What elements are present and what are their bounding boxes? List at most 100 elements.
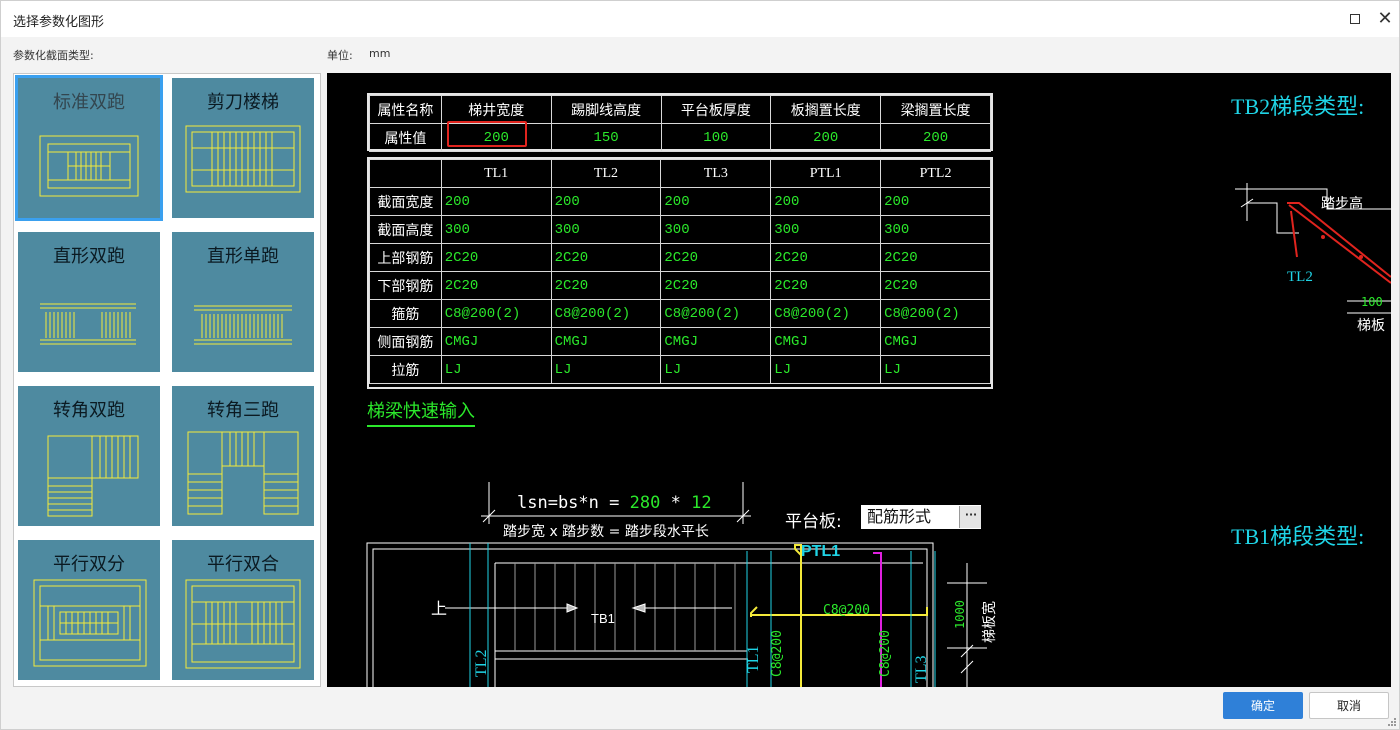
beam-cell[interactable]: 2C20 xyxy=(550,271,662,300)
rebar-vertical-label-1: C8@200 xyxy=(770,630,785,677)
thumb-scissor-stair[interactable]: 剪刀楼梯 xyxy=(172,78,314,218)
beam-cell[interactable]: 300 xyxy=(880,215,991,244)
beam-cell[interactable]: 300 xyxy=(440,215,552,244)
tb1-label: TB1 xyxy=(591,611,615,626)
beam-cell[interactable]: LJ xyxy=(880,355,991,384)
beam-cell[interactable]: 2C20 xyxy=(440,243,552,272)
thumb-label: 平行双分 xyxy=(53,554,125,575)
beam-cell[interactable]: 200 xyxy=(660,187,772,216)
slab-bearing-length-cell[interactable]: 200 xyxy=(770,123,882,152)
skirting-height-cell[interactable]: 150 xyxy=(550,123,662,152)
maximize-icon xyxy=(1350,14,1360,24)
thumb-label: 直形单跑 xyxy=(207,246,279,267)
thumb-straight-double-run[interactable]: 直形双跑 xyxy=(18,232,160,372)
beam-cell[interactable]: 2C20 xyxy=(440,271,552,300)
thumb-label: 转角双跑 xyxy=(53,400,125,421)
beam-cell[interactable]: 200 xyxy=(770,187,882,216)
platform-select-value: 配筋形式 xyxy=(867,507,932,526)
tb1-type-title: TB1梯段类型: xyxy=(1231,524,1365,549)
beam-cell[interactable]: C8@200(2) xyxy=(770,299,882,328)
thumb-label: 标准双跑 xyxy=(53,92,125,113)
formula-bs-value[interactable]: 280 xyxy=(630,493,661,513)
formula-prefix: lsn=bs xyxy=(517,493,579,513)
beam-cell[interactable]: 2C20 xyxy=(660,271,772,300)
beam-cell[interactable]: 2C20 xyxy=(550,243,662,272)
attr-header: 平台板厚度 xyxy=(660,95,772,124)
beam-col-header: PTL1 xyxy=(770,159,882,188)
beam-col-header: PTL2 xyxy=(880,159,991,188)
tb2-type-title: TB2梯段类型: xyxy=(1231,94,1365,119)
beam-cell[interactable]: CMGJ xyxy=(880,327,991,356)
beam-cell[interactable]: CMGJ xyxy=(770,327,882,356)
beam-cell[interactable]: 300 xyxy=(660,215,772,244)
rebar-horizontal-label: C8@200 xyxy=(823,603,870,618)
beam-cell[interactable]: C8@200(2) xyxy=(440,299,552,328)
beam-row-label: 侧面钢筋 xyxy=(369,327,442,356)
attr-header: 梯井宽度 xyxy=(440,95,552,124)
resize-grip-icon[interactable] xyxy=(1387,717,1397,727)
formula-n-value[interactable]: 12 xyxy=(691,493,711,513)
step-height-label: 踏步高 xyxy=(1321,196,1363,212)
beam-cell[interactable]: LJ xyxy=(660,355,772,384)
beam-cell[interactable]: C8@200(2) xyxy=(550,299,662,328)
beam-table-corner xyxy=(369,159,442,188)
beam-cell[interactable]: CMGJ xyxy=(550,327,662,356)
cad-preview-canvas: 属性名称 梯井宽度 踢脚线高度 平台板厚度 板搁置长度 梁搁置长度 属性值 20… xyxy=(327,73,1391,687)
thumb-straight-single-run[interactable]: 直形单跑 xyxy=(172,232,314,372)
formula-star: * xyxy=(670,493,681,513)
beam-cell[interactable]: 2C20 xyxy=(770,243,882,272)
unit-label: 单位: xyxy=(327,49,353,62)
beam-cell[interactable]: LJ xyxy=(440,355,552,384)
beam-row-label: 箍筋 xyxy=(369,299,442,328)
thumb-standard-double-run[interactable]: 标准双跑 xyxy=(15,75,163,221)
beam-table: TL1 TL2 TL3 PTL1 PTL2 截面宽度 200 200 200 2… xyxy=(369,159,991,384)
dim-100-label: 100 xyxy=(1361,295,1383,309)
section-type-label: 参数化截面类型: xyxy=(13,49,94,62)
thumb-parallel-split[interactable]: 平行双分 xyxy=(18,540,160,680)
formula-star: * xyxy=(578,493,589,513)
beam-row-label: 上部钢筋 xyxy=(369,243,442,272)
beam-cell[interactable]: 2C20 xyxy=(770,271,882,300)
formula-n: n = xyxy=(588,493,620,513)
beam-cell[interactable]: CMGJ xyxy=(440,327,552,356)
maximize-button[interactable] xyxy=(1343,7,1367,31)
thumb-corner-triple-run[interactable]: 转角三跑 xyxy=(172,386,314,526)
beam-cell[interactable]: 300 xyxy=(550,215,662,244)
more-options-icon[interactable]: ··· xyxy=(959,506,981,528)
section-type-list: 标准双跑 剪刀楼梯 直形双跑 直形单跑 转角双跑 转角三跑 平行双分 平行双合 xyxy=(13,73,321,687)
beam-cell[interactable]: 200 xyxy=(880,187,991,216)
attr-row-label: 属性值 xyxy=(369,123,442,152)
ok-button[interactable]: 确定 xyxy=(1223,692,1303,719)
rebar-vertical-label-2: C8@200 xyxy=(878,630,893,677)
cancel-button[interactable]: 取消 xyxy=(1309,692,1389,719)
platform-thickness-cell[interactable]: 100 xyxy=(660,123,772,152)
beam-cell[interactable]: C8@200(2) xyxy=(660,299,772,328)
attr-header: 属性名称 xyxy=(369,95,442,124)
beam-bearing-length-cell[interactable]: 200 xyxy=(880,123,991,152)
tl2-section-label: TL2 xyxy=(1287,269,1313,285)
ptl1-label: PTL1 xyxy=(801,543,841,560)
beam-cell[interactable]: 2C20 xyxy=(880,271,991,300)
beam-row-label: 截面高度 xyxy=(369,215,442,244)
title-bar: 选择参数化图形 ✕ xyxy=(1,1,1399,37)
beam-cell[interactable]: 300 xyxy=(770,215,882,244)
up-label: 上 xyxy=(431,599,448,618)
beam-cell[interactable]: 200 xyxy=(440,187,552,216)
beam-cell[interactable]: 2C20 xyxy=(660,243,772,272)
thumb-parallel-merge[interactable]: 平行双合 xyxy=(172,540,314,680)
beam-cell[interactable]: 200 xyxy=(550,187,662,216)
beam-cell[interactable]: LJ xyxy=(770,355,882,384)
beam-row-label: 拉筋 xyxy=(369,355,442,384)
beam-cell[interactable]: 2C20 xyxy=(880,243,991,272)
beam-quick-input-link[interactable]: 梯梁快速输入 xyxy=(367,397,475,427)
beam-cell[interactable]: C8@200(2) xyxy=(880,299,991,328)
thumb-label: 转角三跑 xyxy=(207,400,279,421)
window-title: 选择参数化图形 xyxy=(13,15,105,30)
close-button[interactable]: ✕ xyxy=(1373,7,1397,31)
beam-cell[interactable]: LJ xyxy=(550,355,662,384)
platform-reinforcement-select[interactable]: 配筋形式 ··· xyxy=(861,505,981,529)
platform-label: 平台板: xyxy=(785,512,842,532)
beam-row-label: 下部钢筋 xyxy=(369,271,442,300)
thumb-corner-double-run[interactable]: 转角双跑 xyxy=(18,386,160,526)
beam-cell[interactable]: CMGJ xyxy=(660,327,772,356)
